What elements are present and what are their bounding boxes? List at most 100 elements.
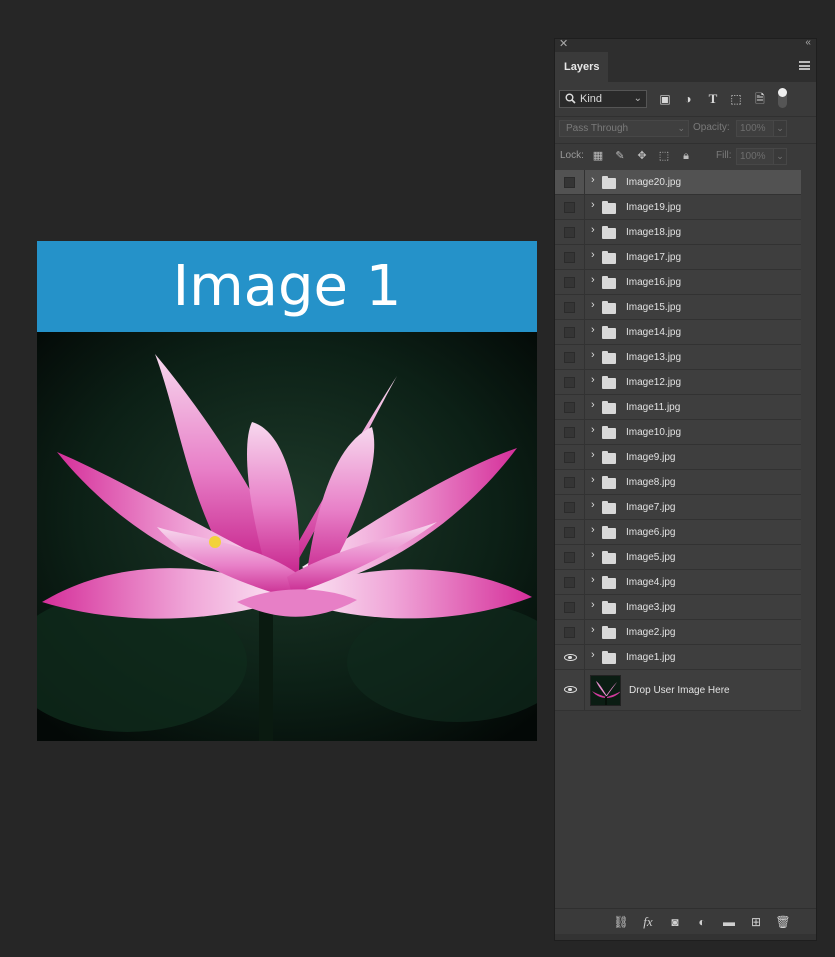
layer-row[interactable]: › Image1.jpg [555,645,801,670]
chevron-right-icon[interactable]: › [591,424,595,436]
chevron-right-icon[interactable]: › [591,324,595,336]
layer-row[interactable]: › Image2.jpg [555,620,801,645]
chevron-right-icon[interactable]: › [591,274,595,286]
layer-row[interactable]: › Image16.jpg [555,270,801,295]
layer-row[interactable]: › Image5.jpg [555,545,801,570]
type-filter-icon[interactable]: T [705,91,721,107]
lock-brush-icon[interactable]: ✎ [613,149,627,163]
layer-row[interactable]: › Image13.jpg [555,345,801,370]
visibility-toggle[interactable] [555,370,585,395]
chevron-right-icon[interactable]: › [591,374,595,386]
layer-row[interactable]: › Image20.jpg [555,170,801,195]
layer-row[interactable]: › Image9.jpg [555,445,801,470]
visibility-toggle[interactable] [555,320,585,345]
visibility-toggle[interactable] [555,345,585,370]
layer-row[interactable]: › Image17.jpg [555,245,801,270]
chevron-right-icon[interactable]: › [591,524,595,536]
chevron-right-icon[interactable]: › [591,449,595,461]
layer-row[interactable]: › Image4.jpg [555,570,801,595]
visibility-toggle[interactable] [555,570,585,595]
document-canvas[interactable]: Image 1 [37,241,537,741]
visibility-toggle[interactable] [555,645,585,670]
filter-toggle[interactable] [778,88,787,108]
chevron-right-icon[interactable]: › [591,249,595,261]
visibility-toggle[interactable] [555,495,585,520]
layer-row[interactable]: › Image3.jpg [555,595,801,620]
fill-input[interactable]: 100% [736,148,774,165]
chevron-right-icon[interactable]: › [591,199,595,211]
layer-row[interactable]: › Image12.jpg [555,370,801,395]
lock-artboard-icon[interactable]: ⬚ [657,149,671,163]
lock-position-icon[interactable]: ✥ [635,149,649,163]
layer-row-base[interactable]: Drop User Image Here [555,670,801,711]
layer-row[interactable]: › Image19.jpg [555,195,801,220]
visibility-box [564,252,575,263]
chevron-right-icon[interactable]: › [591,549,595,561]
folder-icon [602,476,616,489]
opacity-input[interactable]: 100% [736,120,774,137]
chevron-right-icon[interactable]: › [591,599,595,611]
chevron-right-icon[interactable]: › [591,174,595,186]
layer-row[interactable]: › Image7.jpg [555,495,801,520]
panel-menu-icon[interactable] [799,61,810,70]
new-layer-icon[interactable]: ⊞ [748,914,764,930]
layer-row[interactable]: › Image15.jpg [555,295,801,320]
folder-icon [602,451,616,464]
chevron-right-icon[interactable]: › [591,649,595,661]
chevron-right-icon[interactable]: › [591,574,595,586]
visibility-toggle[interactable] [555,595,585,620]
collapse-icon[interactable]: ‹‹ [805,37,811,48]
chevron-right-icon[interactable]: › [591,624,595,636]
layer-row[interactable]: › Image10.jpg [555,420,801,445]
trash-icon[interactable]: 🗑︎ [775,914,791,930]
chevron-right-icon[interactable]: › [591,474,595,486]
layer-row[interactable]: › Image11.jpg [555,395,801,420]
chevron-right-icon[interactable]: › [591,224,595,236]
layer-name: Image14.jpg [626,327,682,338]
panel-resize-grip[interactable] [555,934,816,940]
layer-row[interactable]: › Image14.jpg [555,320,801,345]
blend-mode-select[interactable]: Pass Through ⌄ [559,120,689,137]
shape-filter-icon[interactable]: ⬚ [728,91,744,107]
visibility-toggle[interactable] [555,545,585,570]
layer-row[interactable]: › Image6.jpg [555,520,801,545]
visibility-toggle[interactable] [555,195,585,220]
close-icon[interactable]: ✕ [559,37,568,50]
visibility-toggle[interactable] [555,520,585,545]
visibility-toggle[interactable] [555,270,585,295]
layer-row[interactable]: › Image18.jpg [555,220,801,245]
lock-transparency-icon[interactable]: ▦ [591,149,605,163]
chevron-right-icon[interactable]: › [591,299,595,311]
chevron-right-icon[interactable]: › [591,349,595,361]
adjustment-icon[interactable]: ◐ [694,914,710,930]
filter-kind-select[interactable]: Kind ⌄ [559,90,647,108]
visibility-toggle[interactable] [555,445,585,470]
adjustment-filter-icon[interactable]: ◑ [680,91,696,107]
new-group-icon[interactable]: ▬ [721,914,737,930]
layer-name: Image5.jpg [626,552,676,563]
visibility-toggle[interactable] [555,220,585,245]
chevron-right-icon[interactable]: › [591,399,595,411]
visibility-toggle[interactable] [555,420,585,445]
smart-object-filter-icon[interactable]: 🗎 [752,91,768,107]
visibility-toggle[interactable] [555,245,585,270]
visibility-toggle[interactable] [555,170,585,195]
link-icon[interactable]: ⛓ [613,914,629,930]
tab-layers[interactable]: Layers [555,52,608,82]
mask-icon[interactable]: ◙ [667,914,683,930]
visibility-toggle[interactable] [555,470,585,495]
opacity-dropdown[interactable]: ⌄ [773,120,787,137]
image-filter-icon[interactable]: ▣ [657,91,673,107]
lock-all-icon[interactable]: 🔒︎ [679,149,693,163]
visibility-toggle[interactable] [555,295,585,320]
fill-dropdown[interactable]: ⌄ [773,148,787,165]
layer-row[interactable]: › Image8.jpg [555,470,801,495]
visibility-toggle[interactable] [555,620,585,645]
layer-list-scrollbar[interactable] [802,170,816,908]
folder-icon [602,576,616,589]
layer-list: › Image20.jpg › Image19.jpg › Image18.jpg › Ima… [555,170,801,711]
visibility-toggle[interactable] [555,670,585,711]
chevron-right-icon[interactable]: › [591,499,595,511]
fx-icon[interactable]: fx [640,914,656,930]
visibility-toggle[interactable] [555,395,585,420]
